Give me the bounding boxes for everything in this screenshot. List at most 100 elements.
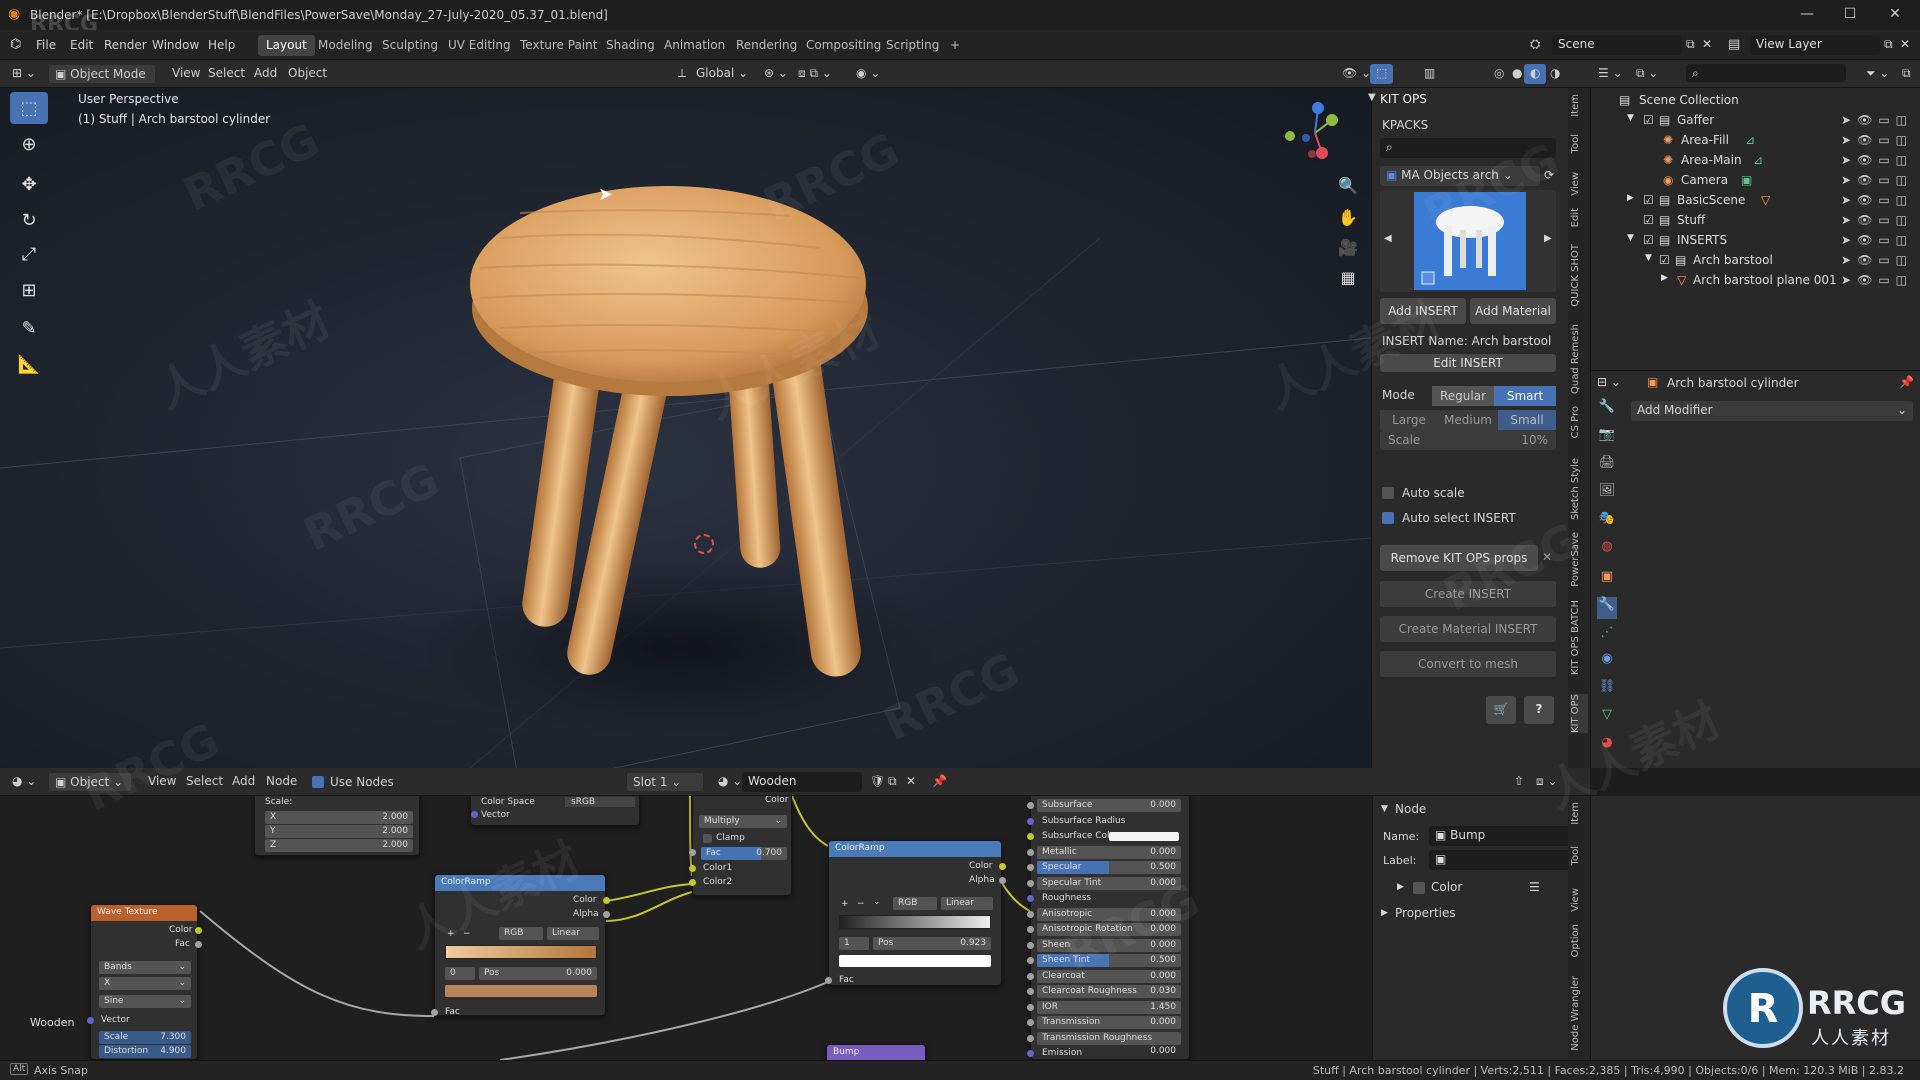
- auto-scale-checkbox[interactable]: Auto scale: [1382, 486, 1465, 500]
- ramp1-stop-index[interactable]: 0: [445, 967, 475, 980]
- rotate-tool-icon[interactable]: ↻: [10, 204, 48, 236]
- collection-checkbox-icon[interactable]: ☑: [1643, 193, 1654, 207]
- color-ramp-2-header[interactable]: ColorRamp: [829, 841, 1001, 857]
- add-modifier-dropdown[interactable]: Add Modifier ⌄: [1631, 401, 1913, 421]
- pivot-icon[interactable]: ⊛ ⌄: [758, 64, 794, 84]
- camera-view-icon[interactable]: 🎥: [1334, 234, 1362, 262]
- ramp2-color-mode[interactable]: RGB: [893, 897, 937, 910]
- 3d-viewport[interactable]: User Perspective (1) Stuff | Arch barsto…: [0, 88, 1371, 768]
- snap-icon[interactable]: ⧈ ⧉ ⌄: [792, 64, 838, 84]
- visibility-icons[interactable]: ➤👁▭◫: [1841, 213, 1913, 227]
- node-section-title[interactable]: Node: [1395, 802, 1426, 816]
- ramp2-remove-stop[interactable]: −: [857, 899, 865, 909]
- menu-file[interactable]: File: [36, 38, 56, 52]
- tool-props-icon[interactable]: 🔧: [1597, 399, 1617, 421]
- modifier-props-icon[interactable]: 🔧: [1597, 597, 1617, 619]
- tab-cs-pro[interactable]: CS Pro: [1570, 406, 1588, 438]
- tab-scripting[interactable]: Scripting: [878, 35, 947, 56]
- bsdf-input-socket[interactable]: [1027, 972, 1034, 980]
- slot-dropdown[interactable]: Slot 1 ⌄: [626, 772, 704, 792]
- bsdf-input-socket[interactable]: [1027, 1019, 1034, 1026]
- node-name-field[interactable]: ▣ Bump: [1429, 826, 1571, 846]
- color1-socket[interactable]: [689, 865, 696, 872]
- blend-mode-dropdown[interactable]: Multiply ⌄: [699, 815, 787, 828]
- bsdf-input-socket[interactable]: [1027, 833, 1034, 840]
- outliner-row-stuff[interactable]: ☑ ▤ Stuff ➤👁▭◫: [1591, 210, 1920, 230]
- new-view-layer-icon[interactable]: ⧉: [1884, 37, 1893, 52]
- filter-icon[interactable]: ⏷ ⌄: [1860, 64, 1895, 84]
- visibility-icons[interactable]: ➤👁▭◫: [1841, 173, 1913, 187]
- expand-icon[interactable]: ▼: [1645, 253, 1652, 263]
- cart-button[interactable]: 🛒: [1486, 696, 1516, 724]
- transform-orientation-dropdown[interactable]: Global ⌄: [690, 64, 754, 84]
- render-props-icon[interactable]: 📷: [1597, 427, 1617, 449]
- mix-rgb-node[interactable]: Color Multiply ⌄ Clamp Fac 0.700 Color1 Co…: [689, 796, 792, 896]
- display-mode-icon[interactable]: ⧉ ⌄: [1630, 64, 1664, 84]
- bsdf-input-socket[interactable]: [1027, 941, 1034, 949]
- fac-socket[interactable]: [689, 849, 696, 856]
- orientation-icon[interactable]: ⟂: [672, 64, 692, 84]
- wave-vector-socket[interactable]: [87, 1017, 94, 1024]
- kitops-title[interactable]: KIT OPS: [1380, 92, 1427, 106]
- color-ramp-node-2[interactable]: ColorRamp Color Alpha + − ⌄ RGB Linear 1…: [825, 840, 1006, 986]
- tab-edit[interactable]: Edit: [1570, 208, 1588, 227]
- clamp-toggle[interactable]: Clamp: [703, 833, 745, 843]
- material-name-field[interactable]: Wooden: [742, 772, 862, 792]
- kpack-dropdown[interactable]: ▣ MA Objects arch ⌄: [1380, 166, 1540, 186]
- xray-icon[interactable]: ▥: [1418, 64, 1441, 84]
- tab-quick-shot[interactable]: QUICK SHOT: [1570, 244, 1588, 307]
- visibility-icons[interactable]: ➤👁▭◫: [1841, 273, 1913, 287]
- refresh-icon[interactable]: ⟳: [1544, 168, 1554, 182]
- scene-field[interactable]: Scene: [1552, 35, 1682, 55]
- ramp1-interpolation[interactable]: Linear: [547, 927, 599, 940]
- mapping-node[interactable]: Scale: X 2.000 Y 2.000 Z 2.000: [254, 796, 420, 856]
- bump-node[interactable]: Bump: [826, 1044, 926, 1060]
- ramp2-fac-socket[interactable]: [825, 977, 832, 984]
- outliner-row-basicscene[interactable]: ▶ ☑ ▤ BasicScene ▽ ➤👁▭◫: [1591, 190, 1920, 210]
- unlink-material-icon[interactable]: ✕: [900, 772, 922, 792]
- outliner-row-arch-barstool[interactable]: ▼ ☑ ▤ Arch barstool ➤👁▭◫: [1591, 250, 1920, 270]
- create-insert-button[interactable]: Create INSERT: [1380, 581, 1556, 607]
- bsdf-field[interactable]: Clearcoat Roughness 0.030: [1037, 985, 1181, 998]
- move-tool-icon[interactable]: ✥: [10, 168, 48, 200]
- visibility-icons[interactable]: ➤👁▭◫: [1841, 113, 1913, 127]
- bsdf-input-socket[interactable]: [1027, 1034, 1034, 1042]
- bsdf-input-socket[interactable]: [1027, 802, 1034, 809]
- subsurface-color-swatch[interactable]: [1109, 832, 1179, 841]
- ramp1-color-swatch[interactable]: [445, 985, 597, 997]
- auto-select-box[interactable]: [1382, 512, 1394, 524]
- collection-checkbox-icon[interactable]: ☑: [1659, 253, 1670, 267]
- wave-type-dropdown[interactable]: Bands ⌄: [99, 961, 191, 974]
- bsdf-input-socket[interactable]: [1027, 864, 1034, 871]
- tab-tool[interactable]: Tool: [1570, 134, 1588, 153]
- vector-socket[interactable]: [471, 811, 478, 818]
- measure-tool-icon[interactable]: 📐: [10, 348, 48, 380]
- bsdf-field[interactable]: Roughness: [1037, 892, 1181, 905]
- bsdf-field[interactable]: Sheen Tint 0.500: [1037, 954, 1181, 967]
- tab-powersave[interactable]: PowerSave: [1570, 532, 1588, 587]
- parent-node-tree-icon[interactable]: ⇧: [1508, 772, 1530, 792]
- expand-icon[interactable]: ▶: [1661, 273, 1668, 283]
- use-nodes-checkbox[interactable]: [312, 776, 324, 788]
- bsdf-field[interactable]: IOR 1.450: [1037, 1000, 1181, 1014]
- bsdf-field[interactable]: Specular Tint 0.000: [1037, 876, 1181, 890]
- menu-select[interactable]: Select: [202, 64, 251, 84]
- wave-texture-node[interactable]: Wave Texture Color Fac Bands ⌄ X ⌄ Sine ⌄ V…: [87, 904, 202, 1060]
- snap-node-icon[interactable]: ⧈ ⌄: [1530, 772, 1564, 792]
- bump-node-header[interactable]: Bump: [827, 1045, 925, 1060]
- add-insert-button[interactable]: Add INSERT: [1380, 298, 1466, 324]
- scene-props-icon[interactable]: 🎭: [1597, 511, 1617, 533]
- fac-slider[interactable]: Fac 0.700: [701, 847, 787, 860]
- bsdf-field[interactable]: Subsurface Radius: [1037, 815, 1181, 828]
- ramp2-gradient-bar[interactable]: [839, 915, 991, 929]
- data-props-icon[interactable]: ▽: [1597, 707, 1617, 729]
- zoom-icon[interactable]: 🔍: [1334, 172, 1362, 200]
- ramp1-fac-socket[interactable]: [431, 1009, 438, 1016]
- ramp1-remove-stop[interactable]: −: [463, 929, 471, 939]
- outliner-search-input[interactable]: ⌕: [1686, 64, 1846, 82]
- bsdf-input-socket[interactable]: [1027, 910, 1034, 918]
- bsdf-field[interactable]: Anisotropic 0.000: [1037, 907, 1181, 921]
- ramp1-color-mode[interactable]: RGB: [499, 927, 543, 940]
- select-box-tool-icon[interactable]: ⬚: [10, 92, 48, 124]
- bsdf-field[interactable]: Subsurface 0.000: [1037, 799, 1181, 812]
